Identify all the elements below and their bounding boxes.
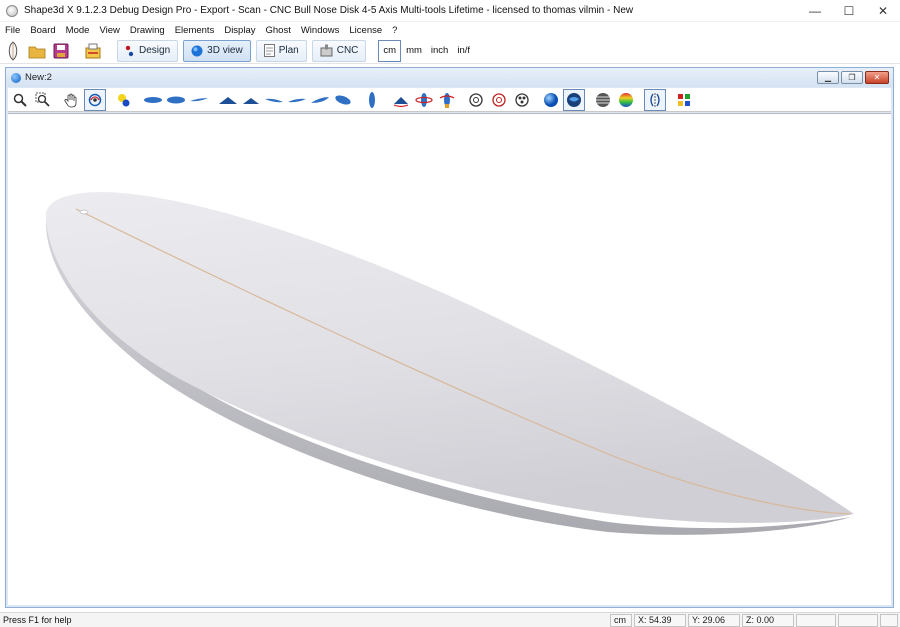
menu-drawing[interactable]: Drawing: [125, 25, 170, 36]
shaded-sphere-icon[interactable]: [540, 89, 562, 111]
mode-cnc-label: CNC: [336, 45, 359, 56]
status-y-coordinate: Y: 29.06: [688, 613, 740, 627]
zoom-icon[interactable]: [9, 89, 31, 111]
view-vertical-icon[interactable]: [361, 89, 383, 111]
menu-mode[interactable]: Mode: [61, 25, 95, 36]
document-close-button[interactable]: ✕: [865, 71, 889, 84]
title-bar: Shape3d X 9.1.2.3 Debug Design Pro - Exp…: [0, 0, 900, 22]
menu-license[interactable]: License: [344, 25, 387, 36]
rotate-axis-icon[interactable]: [436, 89, 458, 111]
mode-3d-view-button[interactable]: 3D view: [183, 39, 251, 62]
open-folder-icon[interactable]: [26, 40, 48, 62]
status-x-coordinate: X: 54.39: [634, 613, 686, 627]
menu-file[interactable]: File: [0, 25, 25, 36]
textured-sphere-icon[interactable]: [563, 88, 585, 111]
document-minimize-button[interactable]: ▁: [817, 71, 839, 84]
mode-cnc-button[interactable]: CNC: [311, 39, 367, 62]
mode-plan-label: Plan: [278, 45, 299, 56]
unit-inf-button[interactable]: in/f: [453, 40, 474, 62]
pan-hand-icon[interactable]: [61, 89, 83, 111]
3d-viewport[interactable]: [8, 113, 891, 605]
wireframe-sphere-icon[interactable]: [592, 89, 614, 111]
globe-icon: [11, 72, 21, 83]
menu-elements[interactable]: Elements: [170, 25, 220, 36]
design-icon: [125, 45, 134, 56]
status-grip[interactable]: [880, 613, 898, 627]
document-restore-button[interactable]: ❐: [841, 71, 863, 84]
status-empty-2: [838, 613, 878, 627]
board-deck: [45, 192, 855, 523]
view-three-quarter-icon[interactable]: [309, 89, 331, 111]
mode-plan-button[interactable]: Plan: [255, 39, 307, 62]
rainbow-sphere-icon[interactable]: [615, 89, 637, 111]
unit-inch-button[interactable]: inch: [427, 40, 452, 62]
document-title: New:2: [25, 72, 52, 83]
view-perspective-icon[interactable]: [332, 89, 354, 111]
view-toolbar: [8, 88, 891, 112]
status-help-text: Press F1 for help: [3, 615, 72, 625]
save-icon[interactable]: [50, 40, 72, 62]
mode-design-label: Design: [139, 45, 171, 56]
symmetry-icon[interactable]: [644, 88, 666, 111]
view-nose-icon[interactable]: [240, 89, 262, 111]
globe-icon: [191, 45, 203, 56]
status-bar: Press F1 for help cm X: 54.39 Y: 29.06 Z…: [0, 612, 900, 627]
document-title-bar: New:2 ▁ ❐ ✕: [6, 68, 893, 87]
status-z-coordinate: Z: 0.00: [742, 613, 794, 627]
cnc-machine-icon: [320, 44, 333, 57]
rotate-spin-icon[interactable]: [413, 89, 435, 111]
export-icon[interactable]: [82, 40, 104, 62]
window-title: Shape3d X 9.1.2.3 Debug Design Pro - Exp…: [24, 5, 634, 16]
close-button[interactable]: ✕: [866, 0, 900, 22]
status-empty-1: [796, 613, 836, 627]
window-controls: — ☐ ✕: [798, 0, 900, 22]
fin-red-icon[interactable]: [488, 89, 510, 111]
new-board-icon[interactable]: [2, 40, 24, 62]
board-3d-render: [45, 192, 855, 535]
plan-icon: [263, 44, 275, 57]
menu-bar: File Board Mode View Drawing Elements Di…: [0, 22, 900, 38]
status-unit: cm: [610, 613, 632, 627]
menu-board[interactable]: Board: [25, 25, 60, 36]
light-icon[interactable]: [113, 89, 135, 111]
view-profile-icon[interactable]: [188, 89, 210, 111]
zoom-window-icon[interactable]: [32, 89, 54, 111]
color-palette-icon[interactable]: [673, 89, 695, 111]
unit-mm-button[interactable]: mm: [402, 40, 426, 62]
fin-front-icon[interactable]: [465, 89, 487, 111]
nose-marker: [79, 209, 89, 215]
app-icon: [6, 4, 18, 17]
main-toolbar: Design 3D view Plan CNC cm mm inch in/f: [0, 38, 900, 64]
menu-ghost[interactable]: Ghost: [260, 25, 295, 36]
mode-design-button[interactable]: Design: [117, 39, 179, 62]
view-deck-icon[interactable]: [165, 89, 187, 111]
unit-cm-button[interactable]: cm: [378, 39, 402, 62]
view-tail-icon[interactable]: [217, 89, 239, 111]
menu-help[interactable]: ?: [387, 25, 402, 36]
menu-display[interactable]: Display: [219, 25, 260, 36]
rotate-tail-icon[interactable]: [390, 89, 412, 111]
view-side-right-icon[interactable]: [286, 89, 308, 111]
menu-view[interactable]: View: [94, 25, 124, 36]
mode-3d-view-label: 3D view: [207, 45, 243, 56]
view-bottom-icon[interactable]: [142, 89, 164, 111]
maximize-button[interactable]: ☐: [832, 0, 866, 22]
document-window: New:2 ▁ ❐ ✕: [5, 67, 894, 608]
menu-windows[interactable]: Windows: [296, 25, 345, 36]
document-controls: ▁ ❐ ✕: [817, 71, 889, 84]
view-side-left-icon[interactable]: [263, 89, 285, 111]
rotate-icon[interactable]: [84, 88, 106, 111]
minimize-button[interactable]: —: [798, 0, 832, 22]
fin-cluster-icon[interactable]: [511, 89, 533, 111]
